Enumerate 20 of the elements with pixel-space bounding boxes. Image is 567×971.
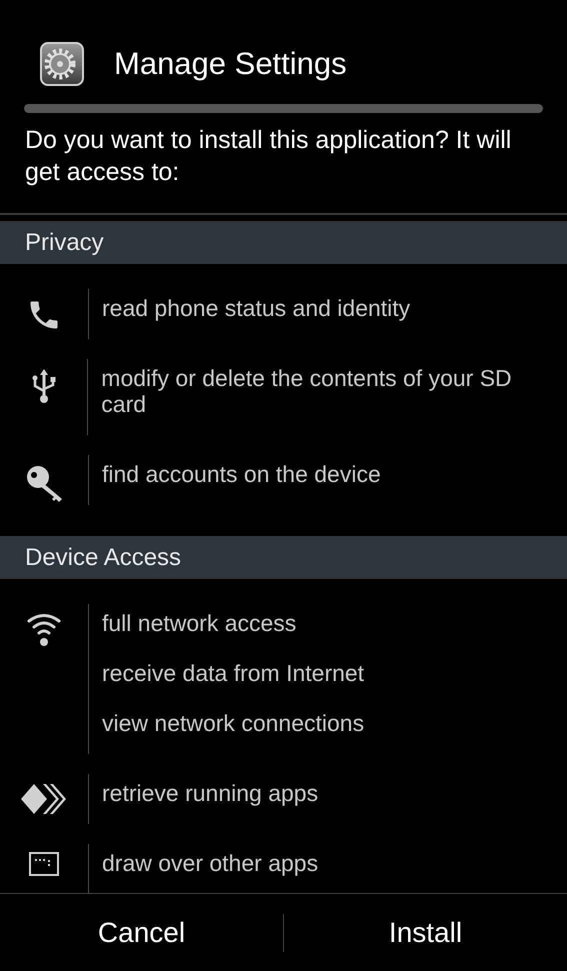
- cancel-button[interactable]: Cancel: [0, 894, 283, 971]
- permission-text: full network access: [102, 609, 298, 638]
- permission-text: modify or delete the contents of your SD card: [101, 364, 513, 419]
- key-icon: [24, 463, 64, 503]
- section-header: Privacy: [0, 221, 567, 264]
- diamond-chevrons-icon: [20, 782, 68, 816]
- permission-text: draw over other apps: [102, 849, 318, 878]
- permission-text: view network connections: [102, 709, 364, 738]
- dialog-title: Manage Settings: [114, 44, 347, 83]
- install-prompt: Do you want to install this application? It will get access to:: [24, 125, 512, 188]
- permission-text: find accounts on the device: [102, 460, 381, 489]
- install-button[interactable]: Install: [284, 894, 567, 971]
- gear-icon: [40, 42, 84, 86]
- permission-text: retrieve running apps: [102, 779, 318, 808]
- permission-text: receive data from Internet: [102, 659, 364, 688]
- section-header: Device Access: [0, 536, 567, 579]
- usb-icon: [30, 367, 57, 405]
- window-icon: [29, 852, 59, 876]
- wifi-icon: [26, 612, 62, 648]
- permission-text: read phone status and identity: [102, 294, 410, 323]
